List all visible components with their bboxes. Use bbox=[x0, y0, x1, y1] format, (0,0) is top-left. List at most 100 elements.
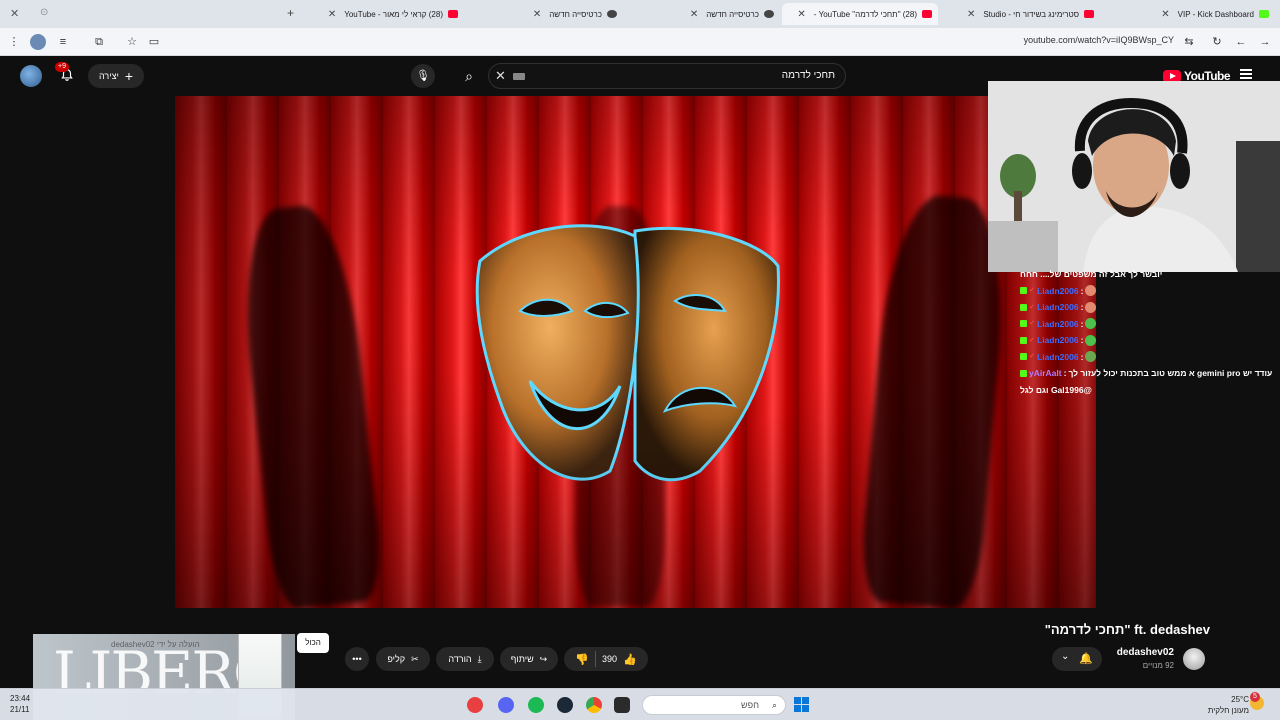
emote-icon bbox=[1085, 285, 1097, 297]
search-box[interactable]: תחכי לדרמה bbox=[488, 63, 846, 89]
download-button[interactable]: הורדה ⤓ bbox=[436, 647, 494, 671]
discord-icon[interactable] bbox=[498, 697, 514, 713]
check-badge-icon: ✔ bbox=[1029, 320, 1035, 328]
check-badge-icon: ✔ bbox=[1029, 353, 1035, 361]
chat-message: ✔ Liadn2006 : bbox=[1020, 283, 1280, 300]
chrome-icon bbox=[607, 10, 617, 18]
notification-bell-icon: 🔔 bbox=[1079, 653, 1093, 665]
share-icon: ↪ bbox=[539, 653, 548, 664]
like-count[interactable]: 390 bbox=[602, 654, 617, 664]
notification-count-badge: +9 bbox=[55, 62, 69, 72]
search-button[interactable]: ⌕ bbox=[452, 63, 486, 89]
menu-dots-icon[interactable]: ⋮ bbox=[6, 34, 22, 50]
tab-actions-icon[interactable]: ⊙ bbox=[40, 7, 48, 18]
tab-kick-dashboard[interactable]: VIP - Kick Dashboard ✕ bbox=[1100, 3, 1275, 25]
chat-message: @Gal1996 וגם לגל bbox=[1020, 384, 1092, 395]
dislike-icon[interactable]: 👎 bbox=[575, 653, 589, 666]
subscribed-button[interactable]: 🔔 ⌄ bbox=[1052, 647, 1102, 671]
chat-message: ✔ Liadn2006 : bbox=[1020, 316, 1280, 333]
tab-new-tab-2[interactable]: כרטיסייה חדשה ✕ bbox=[466, 3, 623, 25]
clear-search-icon[interactable]: ✕ bbox=[495, 68, 506, 84]
tooltip-all: הכול bbox=[297, 633, 329, 653]
streamer-webcam-overlay bbox=[988, 81, 1280, 272]
back-arrow-icon[interactable]: ← bbox=[1233, 34, 1249, 50]
download-icon: ⤓ bbox=[477, 653, 482, 664]
youtube-icon bbox=[1084, 10, 1094, 18]
weather-widget[interactable]: 25°C מעונן חלקית bbox=[1199, 694, 1249, 716]
steam-icon[interactable] bbox=[557, 697, 573, 713]
close-tab-icon[interactable]: ✕ bbox=[328, 9, 336, 20]
more-actions-button[interactable]: ••• bbox=[345, 647, 369, 671]
youtube-icon bbox=[922, 10, 932, 18]
search-input[interactable]: תחכי לדרמה bbox=[782, 70, 835, 81]
channel-avatar[interactable] bbox=[1183, 648, 1205, 670]
chrome-icon bbox=[764, 10, 774, 18]
youtube-icon bbox=[448, 10, 458, 18]
close-tab-icon[interactable]: ✕ bbox=[797, 9, 805, 20]
clip-button[interactable]: קליפ ✂ bbox=[376, 647, 430, 671]
reload-icon[interactable]: ↻ bbox=[1209, 34, 1225, 50]
browser-toolbar: ⋮ ≡ ⧉ ☆ ▭ youtube.com/watch?v=iIQ9BWsp_C… bbox=[0, 28, 1280, 56]
taskbar-search[interactable]: חפש ⌕ bbox=[642, 695, 786, 715]
account-avatar[interactable] bbox=[20, 65, 42, 87]
close-window-icon[interactable]: ✕ bbox=[10, 7, 19, 20]
chevron-down-icon: ⌄ bbox=[1061, 651, 1070, 662]
emote-icon bbox=[1085, 301, 1097, 313]
hamburger-menu-icon[interactable] bbox=[1240, 69, 1252, 79]
windows-taskbar: 23:44 21/11 חפש ⌕ 25°C מעונן חלקית 5 bbox=[0, 688, 1280, 720]
emote-icon bbox=[1085, 351, 1097, 363]
kick-badge-icon bbox=[1020, 287, 1027, 295]
like-dislike-group: 👎 390 👍 bbox=[564, 647, 648, 671]
chat-username: Liadn2006 bbox=[1037, 351, 1079, 362]
bookmark-star-icon[interactable]: ☆ bbox=[124, 34, 140, 50]
kick-badge-icon bbox=[1020, 353, 1027, 361]
chat-message: ✔ Liadn2006 : bbox=[1020, 349, 1280, 366]
extensions-icon[interactable]: ⧉ bbox=[91, 34, 107, 50]
site-settings-icon[interactable]: ⇆ bbox=[1181, 34, 1197, 50]
channel-name[interactable]: dedashev02 bbox=[1117, 647, 1174, 658]
emote-icon bbox=[1085, 318, 1097, 330]
chat-message: ✔ Liadn2006 : bbox=[1020, 332, 1280, 349]
streamer-image bbox=[988, 81, 1280, 272]
chrome-taskbar-icon[interactable] bbox=[586, 697, 602, 713]
chat-message: יובשר לך אבל זה משפטים של.... חחח bbox=[1020, 269, 1163, 280]
like-icon[interactable]: 👍 bbox=[623, 653, 637, 666]
tab-youtube-active[interactable]: (28) "תחכי לדרמה" YouTube - ✕ bbox=[782, 3, 938, 25]
tab-youtube-studio[interactable]: סטרימינג בשידור חי - Studio ✕ bbox=[940, 3, 1100, 25]
kick-badge-icon bbox=[1020, 320, 1027, 328]
file-explorer-icon[interactable] bbox=[614, 697, 630, 713]
check-badge-icon: ✔ bbox=[1029, 303, 1035, 311]
video-player[interactable] bbox=[175, 96, 1096, 608]
close-tab-icon[interactable]: ✕ bbox=[967, 9, 975, 20]
browser-tab-strip: ✕ ⊙ + VIP - Kick Dashboard ✕ סטרימינג בש… bbox=[0, 0, 1280, 28]
tab-youtube-maor[interactable]: (28) קראי לי מאור - YouTube ✕ bbox=[306, 3, 464, 25]
kick-icon bbox=[1259, 10, 1269, 18]
close-tab-icon[interactable]: ✕ bbox=[533, 9, 541, 20]
share-button[interactable]: שיתוף ↪ bbox=[500, 647, 558, 671]
reading-list-icon[interactable]: ≡ bbox=[55, 34, 71, 50]
tab-new-tab-1[interactable]: כרטיסייה חדשה ✕ bbox=[625, 3, 780, 25]
notification-text: הועלה על ידי dedashev02 bbox=[111, 640, 200, 649]
voice-search-icon[interactable]: 🎙 bbox=[411, 64, 435, 88]
scissors-icon: ✂ bbox=[411, 653, 419, 664]
cast-icon[interactable]: ▭ bbox=[146, 34, 162, 50]
profile-icon[interactable] bbox=[30, 34, 46, 50]
system-clock[interactable]: 23:44 21/11 bbox=[10, 693, 30, 715]
forward-arrow-icon[interactable]: → bbox=[1257, 34, 1273, 50]
create-button[interactable]: + יצירה bbox=[88, 64, 144, 88]
spotify-icon[interactable] bbox=[528, 697, 544, 713]
address-bar[interactable]: youtube.com/watch?v=iIQ9BWsp_CY bbox=[1024, 35, 1174, 45]
kick-badge-icon bbox=[1020, 369, 1027, 377]
app-icon-red[interactable] bbox=[467, 697, 483, 713]
keyboard-icon[interactable] bbox=[513, 73, 525, 80]
kick-badge-icon bbox=[1020, 336, 1027, 344]
kick-badge-icon bbox=[1020, 303, 1027, 311]
chat-username: yAirAalt bbox=[1029, 368, 1062, 379]
close-tab-icon[interactable]: ✕ bbox=[690, 9, 698, 20]
close-tab-icon[interactable]: ✕ bbox=[1161, 9, 1169, 20]
chat-username: Liadn2006 bbox=[1037, 318, 1079, 329]
emote-icon bbox=[1085, 334, 1097, 346]
new-tab-icon[interactable]: + bbox=[287, 6, 294, 20]
windows-start-icon[interactable] bbox=[794, 697, 809, 712]
check-badge-icon: ✔ bbox=[1029, 336, 1035, 344]
